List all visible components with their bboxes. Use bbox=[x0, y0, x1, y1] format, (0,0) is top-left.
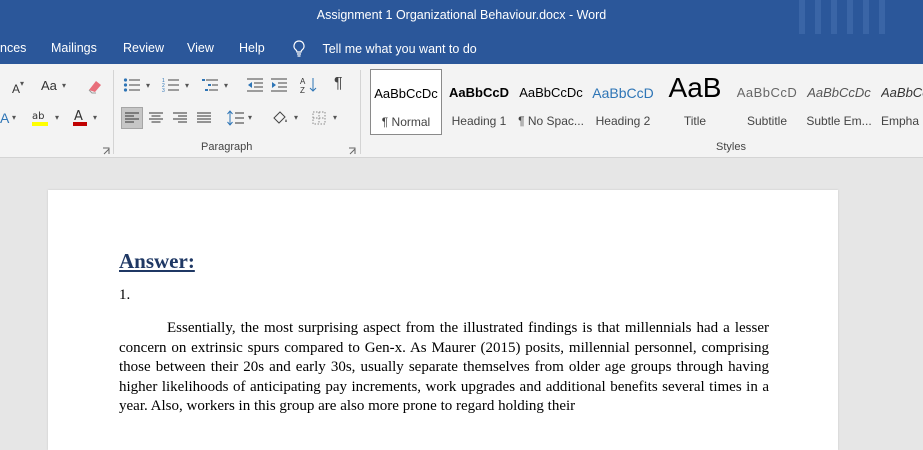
window-title: Assignment 1 Organizational Behaviour.do… bbox=[316, 8, 607, 22]
list-number: 1. bbox=[119, 287, 131, 303]
styles-group-label: Styles bbox=[716, 141, 746, 153]
ribbon-tabs: nces Mailings Review View Help Tell me w… bbox=[0, 34, 923, 64]
highlight-color-icon[interactable]: ab bbox=[30, 108, 50, 128]
sort-icon[interactable]: AZ bbox=[300, 76, 318, 94]
answer-heading: Answer: bbox=[119, 249, 195, 273]
style-heading-1[interactable]: AaBbCcD Heading 1 bbox=[443, 69, 515, 135]
tell-me-box[interactable]: Tell me what you want to do bbox=[292, 40, 477, 60]
clear-formatting-icon[interactable] bbox=[86, 77, 104, 95]
svg-text:3: 3 bbox=[162, 88, 165, 93]
decrease-indent-icon[interactable] bbox=[246, 77, 264, 93]
document-area[interactable]: Answer: 1. Essentially, the most surpris… bbox=[0, 158, 923, 450]
tell-me-text: Tell me what you want to do bbox=[322, 42, 477, 57]
change-case-button[interactable]: Aa bbox=[41, 78, 57, 94]
ribbon: A ▾ Aa ▾ A ▾ ab ▾ A ▾ ▾ 123 ▾ ▾ AZ ¶ ▾ ▾… bbox=[0, 64, 923, 158]
font-color-icon[interactable]: A bbox=[72, 108, 88, 128]
align-right-icon[interactable] bbox=[170, 108, 190, 128]
tab-mailings[interactable]: Mailings bbox=[51, 41, 97, 55]
line-spacing-icon[interactable] bbox=[226, 108, 246, 128]
increase-indent-icon[interactable] bbox=[270, 77, 288, 93]
svg-text:A: A bbox=[300, 77, 306, 86]
justify-icon[interactable] bbox=[194, 108, 214, 128]
style-no-spacing[interactable]: AaBbCcDc ¶ No Spac... bbox=[515, 69, 587, 135]
style-subtle-emphasis[interactable]: AaBbCcDc Subtle Em... bbox=[803, 69, 875, 135]
style-emphasis[interactable]: AaBbCcDc Empha bbox=[875, 69, 923, 135]
styles-gallery: AaBbCcDc ¶ Normal AaBbCcD Heading 1 AaBb… bbox=[369, 69, 923, 135]
multilevel-list-icon[interactable] bbox=[201, 77, 219, 93]
numbering-icon[interactable]: 123 bbox=[162, 77, 180, 93]
svg-text:A: A bbox=[74, 109, 83, 124]
shrink-font-icon[interactable]: A bbox=[12, 81, 20, 97]
style-title[interactable]: AaB Title bbox=[659, 69, 731, 135]
align-center-icon[interactable] bbox=[146, 108, 166, 128]
font-dialog-launcher-icon[interactable] bbox=[102, 143, 111, 155]
svg-text:Z: Z bbox=[300, 86, 305, 94]
tab-references[interactable]: nces bbox=[0, 41, 26, 55]
style-heading-2[interactable]: AaBbCcD Heading 2 bbox=[587, 69, 659, 135]
paragraph-dialog-launcher-icon[interactable] bbox=[348, 143, 357, 155]
align-left-button[interactable] bbox=[121, 107, 143, 129]
lightbulb-icon bbox=[292, 40, 310, 60]
show-formatting-marks-icon[interactable]: ¶ bbox=[334, 76, 343, 92]
title-bar-decoration bbox=[793, 0, 923, 34]
tab-review[interactable]: Review bbox=[123, 41, 164, 55]
document-page[interactable]: Answer: 1. Essentially, the most surpris… bbox=[48, 190, 838, 450]
style-normal[interactable]: AaBbCcDc ¶ Normal bbox=[370, 69, 442, 135]
style-subtitle[interactable]: AaBbCcD Subtitle bbox=[731, 69, 803, 135]
borders-icon[interactable] bbox=[309, 108, 329, 128]
paragraph-group-label: Paragraph bbox=[201, 141, 253, 153]
svg-text:ab: ab bbox=[32, 111, 44, 122]
tab-view[interactable]: View bbox=[187, 41, 214, 55]
shading-icon[interactable] bbox=[270, 108, 290, 128]
body-paragraph: Essentially, the most surprising aspect … bbox=[119, 320, 769, 414]
text-effects-icon[interactable]: A bbox=[0, 110, 9, 126]
title-bar: Assignment 1 Organizational Behaviour.do… bbox=[0, 0, 923, 34]
bullets-icon[interactable] bbox=[123, 77, 141, 93]
tab-help[interactable]: Help bbox=[239, 41, 265, 55]
